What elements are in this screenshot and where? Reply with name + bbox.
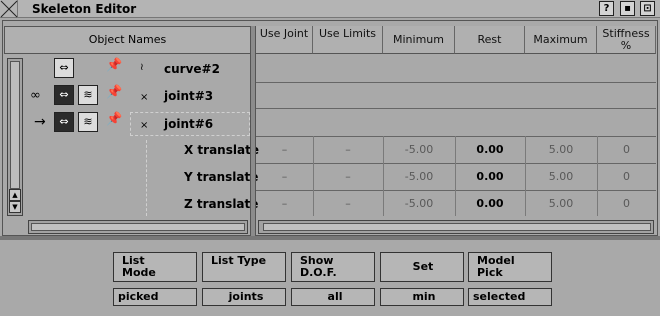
maximize-button[interactable]: ⊡ <box>640 1 655 16</box>
table-cell[interactable]: 5.00 <box>525 142 597 158</box>
x-icon: × <box>140 92 149 103</box>
window-close-icon[interactable] <box>0 0 18 18</box>
show-dof-label: Show D.O.F. <box>300 254 337 279</box>
list-type-button[interactable]: List Type <box>202 252 286 282</box>
joint-toggle-icon[interactable]: ⇔ <box>54 85 74 105</box>
set-value[interactable]: min <box>380 288 464 306</box>
table-cell[interactable]: – <box>313 142 383 158</box>
tree-horizontal-scrollbar[interactable] <box>28 220 248 234</box>
model-pick-label: Model Pick <box>477 254 515 279</box>
table-cell[interactable]: -5.00 <box>383 142 455 158</box>
show-dof-button[interactable]: Show D.O.F. <box>291 252 375 282</box>
tree-hscroll-thumb[interactable] <box>31 223 245 231</box>
arrow-right-icon: → <box>34 114 46 130</box>
set-label: Set <box>412 260 434 273</box>
table-cell[interactable]: -5.00 <box>383 196 455 212</box>
separator <box>0 236 660 240</box>
minimize-button[interactable]: ▪ <box>620 1 635 16</box>
column-header-stiffness: Stiffness % <box>597 26 656 54</box>
curve-icon: ≀ <box>140 62 144 73</box>
wave-icon[interactable]: ≋ <box>78 85 98 105</box>
scroll-up-arrow-icon[interactable]: ▲ <box>9 189 21 201</box>
grid-line <box>256 136 656 137</box>
scroll-down-arrow-icon[interactable]: ▼ <box>9 201 21 213</box>
column-header-minimum: Minimum <box>383 26 455 54</box>
tree-branch-line <box>146 140 147 216</box>
model-pick-button[interactable]: Model Pick <box>468 252 552 282</box>
table-cell[interactable]: 5.00 <box>525 196 597 212</box>
table-cell[interactable]: – <box>256 169 313 185</box>
table-cell[interactable]: – <box>313 169 383 185</box>
grid-line <box>256 163 656 164</box>
grid-line <box>256 82 656 83</box>
dof-row-z-translate[interactable]: Z translate <box>184 196 258 212</box>
list-mode-button[interactable]: List Mode <box>113 252 197 282</box>
pin-icon[interactable]: 📌 <box>106 58 122 73</box>
column-header-use-limits: Use Limits <box>313 26 383 54</box>
x-icon: × <box>140 120 149 131</box>
show-dof-value[interactable]: all <box>291 288 375 306</box>
help-button[interactable]: ? <box>599 1 614 16</box>
model-pick-value[interactable]: selected <box>468 288 552 306</box>
table-cell[interactable]: 0.00 <box>455 142 525 158</box>
grid-line <box>256 190 656 191</box>
table-cell[interactable]: -5.00 <box>383 169 455 185</box>
table-cell[interactable]: 0 <box>597 142 656 158</box>
window-title: Skeleton Editor <box>32 2 137 16</box>
tree-vscroll-thumb[interactable] <box>10 61 20 189</box>
dof-row-x-translate[interactable]: X translate <box>184 142 259 158</box>
column-header-rest: Rest <box>455 26 525 54</box>
table-cell[interactable]: 0.00 <box>455 196 525 212</box>
pin-icon[interactable]: 📌 <box>106 85 122 100</box>
joint-toggle-icon[interactable]: ⇔ <box>54 112 74 132</box>
set-button[interactable]: Set <box>380 252 464 282</box>
grid-horizontal-scrollbar[interactable] <box>258 220 654 234</box>
table-cell[interactable]: 0 <box>597 196 656 212</box>
tree-row-joint[interactable]: joint#3 <box>164 88 213 104</box>
table-cell[interactable]: – <box>256 142 313 158</box>
table-cell[interactable]: 0 <box>597 169 656 185</box>
table-cell[interactable]: – <box>256 196 313 212</box>
grid-hscroll-thumb[interactable] <box>263 223 651 231</box>
wave-icon[interactable]: ≋ <box>78 112 98 132</box>
column-header-use-joint: Use Joint <box>256 26 313 54</box>
table-cell[interactable]: – <box>313 196 383 212</box>
pin-icon[interactable]: 📌 <box>106 112 122 127</box>
title-bar: Skeleton Editor ? ▪ ⊡ <box>0 0 660 18</box>
dof-row-y-translate[interactable]: Y translate <box>184 169 258 185</box>
tree-vertical-scrollbar[interactable]: ▲ ▼ <box>7 58 23 216</box>
table-cell[interactable]: 0.00 <box>455 169 525 185</box>
object-names-header: Object Names <box>4 26 251 54</box>
tree-row-curve[interactable]: curve#2 <box>164 61 220 77</box>
tree-row-joint[interactable]: joint#6 <box>164 116 213 132</box>
table-cell[interactable]: 5.00 <box>525 169 597 185</box>
list-type-value[interactable]: joints <box>202 288 286 306</box>
align-toggle-icon[interactable]: ⇔ <box>54 58 74 78</box>
list-type-label: List Type <box>211 254 267 267</box>
infinity-icon[interactable]: ∞ <box>30 88 41 103</box>
grid-line <box>256 108 656 109</box>
list-mode-label: List Mode <box>122 254 156 279</box>
list-mode-value[interactable]: picked <box>113 288 197 306</box>
column-header-maximum: Maximum <box>525 26 597 54</box>
